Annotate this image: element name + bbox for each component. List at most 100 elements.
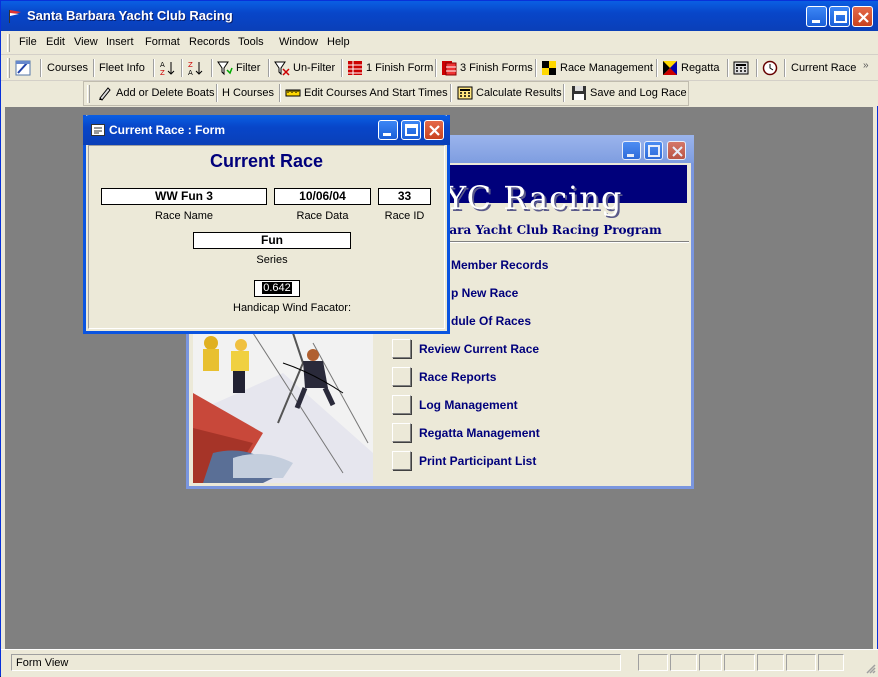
main-menu-minimize-button[interactable] <box>622 141 641 160</box>
clock-icon <box>762 60 778 76</box>
minimize-button[interactable] <box>806 6 827 27</box>
menu-edit[interactable]: Edit <box>46 36 65 48</box>
menu-view[interactable]: View <box>74 36 98 48</box>
menubar-grip[interactable] <box>7 34 10 52</box>
filter-label: Filter <box>236 62 261 74</box>
unfilter-label: Un-Filter <box>293 62 336 74</box>
h-courses-button[interactable]: H Courses <box>222 83 274 103</box>
save-log-race-button[interactable]: Save and Log Race <box>571 83 687 103</box>
status-text: Form View <box>11 654 621 671</box>
print-participant-list-button[interactable] <box>392 451 411 470</box>
menu-insert[interactable]: Insert <box>106 36 134 48</box>
finish-forms-3-button[interactable]: 3 Finish Forms <box>441 58 533 78</box>
print-participant-list-label[interactable]: Print Participant List <box>419 454 536 468</box>
edit-courses-button[interactable]: Edit Courses And Start Times <box>285 83 448 103</box>
log-management-button[interactable] <box>392 395 411 414</box>
h-courses-label: H Courses <box>222 87 274 99</box>
close-button[interactable] <box>852 6 873 27</box>
menu-window[interactable]: Window <box>279 36 318 48</box>
toolbar-primary: Courses Fleet Info AZ ZA Filter Un-Filte… <box>1 55 878 81</box>
save-log-race-label: Save and Log Race <box>590 87 687 99</box>
sailboat-flag-icon <box>9 10 21 23</box>
form-minimize-button[interactable] <box>378 120 398 140</box>
regatta-button[interactable]: Regatta <box>662 58 720 78</box>
form-maximize-button[interactable] <box>401 120 421 140</box>
race-reports-label[interactable]: Race Reports <box>419 370 496 384</box>
maximize-icon <box>834 11 847 23</box>
race-date-field[interactable]: 10/06/04 <box>274 188 371 205</box>
race-reports-button[interactable] <box>392 367 411 386</box>
app-title-bar[interactable]: Santa Barbara Yacht Club Racing <box>1 1 878 31</box>
member-records-label[interactable]: Member Records <box>451 258 548 272</box>
schedule-of-races-label[interactable]: dule Of Races <box>451 314 531 328</box>
fleet-info-button[interactable]: Fleet Info <box>99 58 145 78</box>
menu-tools[interactable]: Tools <box>238 36 264 48</box>
menu-file[interactable]: File <box>19 36 37 48</box>
current-race-form-title-bar[interactable]: Current Race : Form <box>83 115 450 145</box>
toolbar-grip[interactable] <box>7 58 10 78</box>
race-id-field[interactable]: 33 <box>378 188 431 205</box>
calculator-icon <box>457 86 473 100</box>
regatta-management-label[interactable]: Regatta Management <box>419 426 540 440</box>
clock-button[interactable] <box>762 58 781 78</box>
log-management-label[interactable]: Log Management <box>419 398 518 412</box>
main-menu-maximize-button[interactable] <box>644 141 663 160</box>
maximize-icon <box>405 124 418 136</box>
toolbar2-grip[interactable] <box>87 85 90 103</box>
sort-ascending-icon: AZ <box>160 61 175 76</box>
checkered-flag-icon <box>542 61 556 75</box>
design-ruler-icon <box>15 60 31 76</box>
calculator-button[interactable] <box>733 58 752 78</box>
race-name-field[interactable]: WW Fun 3 <box>101 188 267 205</box>
series-field[interactable]: Fun <box>193 232 351 249</box>
status-cell-7 <box>818 654 844 671</box>
finish-form-1-button[interactable]: 1 Finish Form <box>347 58 433 78</box>
program-subtitle: bara Yacht Club Racing Program <box>441 223 662 237</box>
menu-records[interactable]: Records <box>189 36 230 48</box>
race-name-label: Race Name <box>154 210 214 222</box>
toolbar-overflow-chevron[interactable]: » <box>863 55 869 75</box>
design-view-button[interactable] <box>15 58 34 78</box>
finish-form-1-label: 1 Finish Form <box>366 62 434 74</box>
sailboat-racing-illustration <box>193 333 373 483</box>
ruler-icon <box>285 89 301 97</box>
banner-title: YC Racing <box>445 179 623 217</box>
menu-help[interactable]: Help <box>327 36 350 48</box>
current-race-label: Current Race <box>791 62 857 74</box>
resize-grip-icon[interactable] <box>864 662 876 674</box>
maximize-button[interactable] <box>829 6 850 27</box>
multiple-forms-icon <box>442 61 457 76</box>
menu-format[interactable]: Format <box>145 36 180 48</box>
main-menu-close-button[interactable] <box>667 141 686 160</box>
status-cell-2 <box>670 654 697 671</box>
status-cell-1 <box>638 654 668 671</box>
regatta-management-button[interactable] <box>392 423 411 442</box>
add-delete-boats-button[interactable]: Add or Delete Boats <box>97 83 214 103</box>
status-cell-4 <box>724 654 755 671</box>
filter-button[interactable]: Filter <box>217 58 260 78</box>
toolbar-secondary: Add or Delete Boats H Courses Edit Cours… <box>1 81 878 106</box>
current-race-button[interactable]: Current Race <box>791 58 856 78</box>
current-race-form-title: Current Race : Form <box>109 123 226 137</box>
minimize-icon <box>812 20 820 23</box>
race-management-button[interactable]: Race Management <box>541 58 653 78</box>
form-grid-icon <box>348 61 362 75</box>
review-current-race-label[interactable]: Review Current Race <box>419 342 539 356</box>
courses-button[interactable]: Courses <box>47 58 88 78</box>
sort-ascending-button[interactable]: AZ <box>159 58 178 78</box>
unfilter-button[interactable]: Un-Filter <box>274 58 335 78</box>
form-icon <box>91 124 105 136</box>
close-icon <box>858 12 869 23</box>
handicap-wind-factor-value: 0.642 <box>262 282 292 294</box>
floppy-disk-icon <box>572 86 586 100</box>
review-current-race-button[interactable] <box>392 339 411 358</box>
signal-flag-icon <box>663 61 677 75</box>
sort-descending-button[interactable]: ZA <box>187 58 206 78</box>
svg-text:A: A <box>160 61 165 69</box>
setup-new-race-label[interactable]: p New Race <box>451 286 518 300</box>
calculate-results-button[interactable]: Calculate Results <box>457 83 562 103</box>
edit-courses-label: Edit Courses And Start Times <box>304 87 448 99</box>
form-close-button[interactable] <box>424 120 444 140</box>
handicap-wind-factor-field[interactable]: 0.642 <box>254 280 300 297</box>
current-race-form-window: Current Race : Form Current Race WW Fun … <box>83 115 450 334</box>
